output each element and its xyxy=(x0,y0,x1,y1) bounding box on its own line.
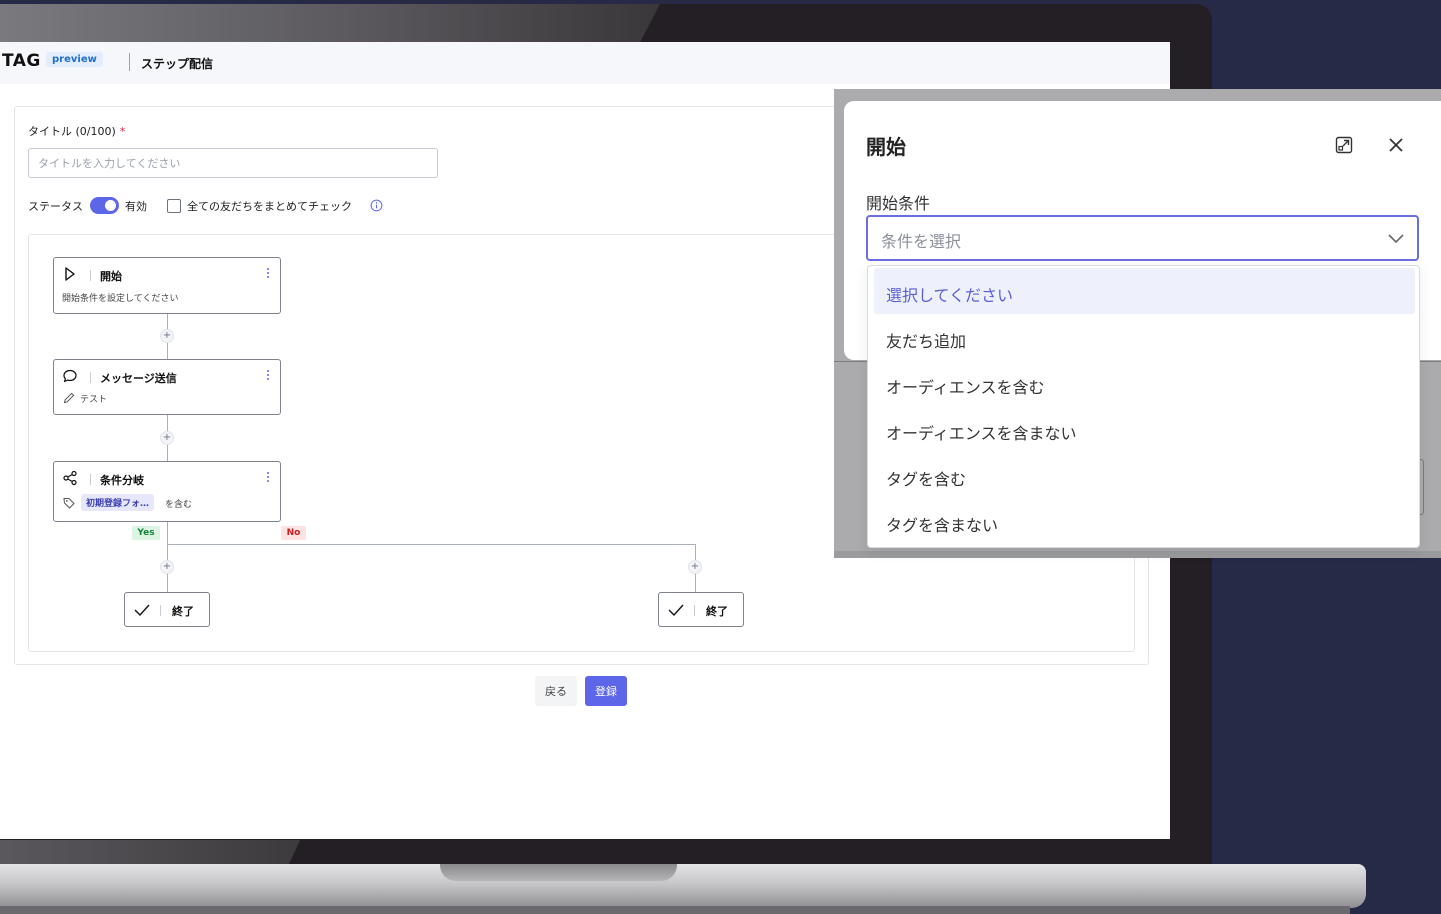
chat-bubble-icon xyxy=(63,369,77,383)
app-header: TAG preview ステップ配信 xyxy=(0,42,1170,84)
flow-node-message[interactable]: メッセージ送信 テスト xyxy=(53,359,281,415)
add-step-button[interactable]: + xyxy=(160,431,174,445)
preview-badge: preview xyxy=(46,52,103,67)
tag-icon xyxy=(63,498,75,509)
tag-condition-text: を含む xyxy=(165,500,193,510)
condition-dropdown: 選択してください 友だち追加 オーディエンスを含む オーディエンスを含まない タ… xyxy=(867,265,1420,548)
pencil-icon xyxy=(63,392,75,404)
laptop-base xyxy=(0,864,1366,908)
laptop-foot xyxy=(0,906,1350,914)
node-title: 条件分岐 xyxy=(100,474,144,487)
dropdown-option[interactable]: 友だち追加 xyxy=(874,314,1415,360)
node-title: メッセージ送信 xyxy=(100,372,177,385)
add-step-button[interactable]: + xyxy=(160,560,174,574)
tag-chip: 初期登録フォ… xyxy=(81,494,155,511)
bezel-glare-bottom xyxy=(0,840,300,866)
laptop-notch xyxy=(440,864,677,881)
end-label: 終了 xyxy=(706,605,728,618)
node-title: 開始 xyxy=(100,270,122,283)
more-icon[interactable] xyxy=(265,268,271,282)
flow-node-branch[interactable]: 条件分岐 初期登録フォ… を含む xyxy=(53,461,281,522)
backdrop-bottom xyxy=(834,551,1441,558)
dropdown-option[interactable]: タグを含む xyxy=(874,452,1415,498)
node-subtitle: テスト xyxy=(80,395,108,405)
more-icon[interactable] xyxy=(265,370,271,384)
flow-node-end-yes[interactable]: 終了 xyxy=(124,592,210,627)
branch-connector xyxy=(167,544,696,545)
modal-title: 開始 xyxy=(866,135,906,159)
dropdown-option[interactable]: オーディエンスを含む xyxy=(874,360,1415,406)
bulk-check-checkbox[interactable] xyxy=(167,199,181,213)
title-label: タイトル (0/100) * xyxy=(28,123,125,139)
dropdown-option[interactable]: 選択してください xyxy=(874,268,1415,314)
play-icon xyxy=(65,267,75,281)
bulk-check-label[interactable]: 全ての友だちをまとめてチェック xyxy=(187,198,352,214)
chevron-down-icon xyxy=(1388,234,1404,244)
required-mark: * xyxy=(119,125,126,138)
page-title: ステップ配信 xyxy=(141,57,214,71)
flow-node-end-no[interactable]: 終了 xyxy=(658,592,744,627)
status-toggle-label: 有効 xyxy=(125,200,147,213)
node-subtitle: 開始条件を設定してください xyxy=(62,294,179,304)
yes-badge: Yes xyxy=(132,526,160,540)
select-placeholder: 条件を選択 xyxy=(881,232,962,251)
node-separator xyxy=(160,605,161,616)
add-step-button[interactable]: + xyxy=(688,560,702,574)
submit-button[interactable]: 登録 xyxy=(585,676,627,706)
start-condition-label: 開始条件 xyxy=(866,194,931,213)
bezel-glare xyxy=(0,4,660,42)
node-separator xyxy=(90,270,91,281)
node-separator xyxy=(90,372,91,383)
add-step-button[interactable]: + xyxy=(160,329,174,343)
dropdown-option[interactable]: オーディエンスを含まない xyxy=(874,406,1415,452)
info-icon[interactable] xyxy=(370,199,383,212)
node-separator xyxy=(694,605,695,616)
dropdown-option[interactable]: タグを含まない xyxy=(874,498,1415,544)
app-logo[interactable]: TAG xyxy=(2,51,41,71)
status-label: ステータス xyxy=(28,200,83,213)
node-separator xyxy=(90,474,91,485)
title-input[interactable] xyxy=(28,148,438,178)
status-toggle[interactable] xyxy=(90,197,119,214)
condition-select[interactable]: 条件を選択 xyxy=(866,215,1419,261)
toggle-knob xyxy=(105,200,116,211)
title-label-text: タイトル (0/100) xyxy=(28,125,116,138)
end-label: 終了 xyxy=(172,605,194,618)
check-icon xyxy=(134,604,150,617)
expand-icon[interactable] xyxy=(1334,135,1354,155)
check-icon xyxy=(668,604,684,617)
more-icon[interactable] xyxy=(265,472,271,486)
flow-node-start[interactable]: 開始 開始条件を設定してください xyxy=(53,257,281,314)
connector xyxy=(167,522,168,592)
back-button[interactable]: 戻る xyxy=(535,676,577,706)
close-icon[interactable] xyxy=(1386,135,1406,155)
no-badge: No xyxy=(281,526,306,540)
header-divider xyxy=(129,53,130,71)
share-icon xyxy=(63,470,77,486)
